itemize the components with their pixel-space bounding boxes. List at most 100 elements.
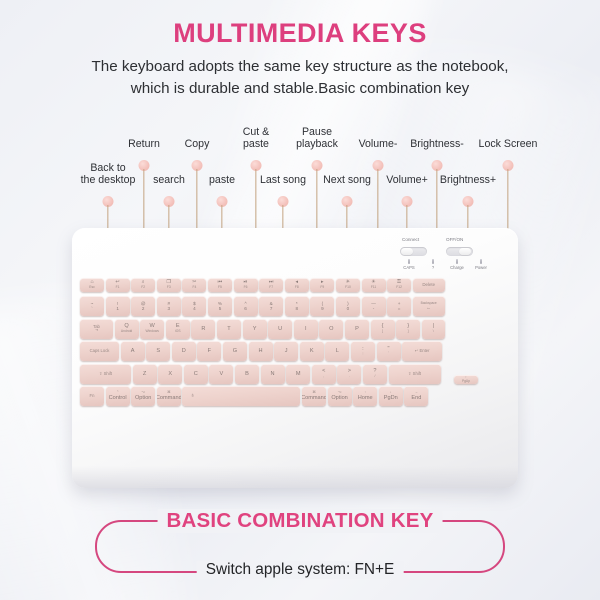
key-legend: C bbox=[193, 370, 198, 377]
keyboard-key[interactable]: H bbox=[248, 341, 273, 361]
keyboard-status-panel: Connect OFF/ON CAPS? Charge Power bbox=[400, 237, 504, 273]
key-sub-legend: / bbox=[374, 373, 376, 378]
keyboard-key[interactable]: ⇧ Shift bbox=[388, 363, 441, 384]
keyboard-key[interactable]: ♁ bbox=[182, 386, 301, 406]
keyboard-key[interactable]: J bbox=[274, 341, 299, 361]
keyboard-key[interactable]: ) 0 bbox=[335, 296, 360, 316]
keyboard-key[interactable]: ⌘ Command bbox=[301, 386, 326, 406]
keyboard-key[interactable]: }] bbox=[396, 318, 421, 339]
keyboard-key[interactable]: Delete bbox=[412, 278, 445, 292]
power-switch-knob bbox=[459, 248, 471, 255]
keyboard-key[interactable]: R bbox=[191, 318, 216, 339]
keyboard-key[interactable]: $4 bbox=[182, 296, 207, 316]
power-switch[interactable] bbox=[446, 247, 473, 256]
keyboard-key[interactable]: O bbox=[319, 318, 344, 339]
keyboard-key[interactable]: ⏯ F6 bbox=[233, 278, 258, 292]
keyboard-key[interactable]: X bbox=[158, 363, 183, 384]
keyboard-key[interactable]: ⌘ Command bbox=[156, 386, 181, 406]
keyboard-key[interactable]: F bbox=[197, 341, 222, 361]
key-sub-legend: ; bbox=[362, 351, 364, 356]
keyboard-key[interactable]: Backspace ← bbox=[412, 296, 445, 316]
keyboard-key[interactable]: ◂ F8 bbox=[284, 278, 309, 292]
keyboard-key[interactable]: G bbox=[222, 341, 247, 361]
keyboard-key[interactable]: ⌂ Esc bbox=[80, 278, 104, 292]
keyboard-key[interactable]: >. bbox=[337, 363, 362, 384]
keyboard-key[interactable]: B bbox=[234, 363, 259, 384]
keyboard-key[interactable]: K bbox=[299, 341, 324, 361]
keyboard-key[interactable]: (9 bbox=[310, 296, 335, 316]
keyboard-key[interactable]: W Windows bbox=[140, 318, 165, 339]
keyboard-key[interactable]: Y bbox=[242, 318, 267, 339]
key-fn-label: F4 bbox=[192, 285, 197, 290]
keyboard-key[interactable]: Z bbox=[132, 363, 157, 384]
keyboard-key[interactable]: L bbox=[325, 341, 350, 361]
keyboard-key[interactable]: ⏮ F5 bbox=[207, 278, 232, 292]
keyboard-key[interactable]: ▸ F9 bbox=[310, 278, 335, 292]
keyboard-key[interactable]: Tab ⇥ bbox=[80, 318, 113, 339]
keyboard-key[interactable]: :; bbox=[350, 341, 375, 361]
callout-label: Return bbox=[128, 138, 160, 150]
keyboard-key[interactable]: ↵ Enter bbox=[402, 341, 443, 361]
indicator-led-group: CAPS? Charge Power bbox=[402, 259, 502, 273]
keyboard-key[interactable]: N bbox=[260, 363, 285, 384]
keyboard-key[interactable]: & 7 bbox=[259, 296, 284, 316]
keyboard-key[interactable]: C bbox=[183, 363, 208, 384]
keyboard-key[interactable]: V bbox=[209, 363, 234, 384]
keyboard-key[interactable]: D bbox=[171, 341, 196, 361]
keyboard-key[interactable]: ↓ PgDn bbox=[378, 386, 403, 406]
keyboard-key[interactable]: S bbox=[146, 341, 171, 361]
keyboard-key[interactable]: U bbox=[268, 318, 293, 339]
keyboard-key[interactable]: M bbox=[286, 363, 311, 384]
key-sub-legend: ⌘ bbox=[312, 390, 316, 395]
keyboard-key[interactable]: I bbox=[293, 318, 318, 339]
keyboard-key[interactable]: * 8 bbox=[284, 296, 309, 316]
keyboard-key[interactable]: Fn bbox=[80, 386, 104, 406]
keyboard-key[interactable]: ☀ F11 bbox=[361, 278, 386, 292]
keyboard-key[interactable]: ☀ F10 bbox=[335, 278, 360, 292]
connect-switch[interactable] bbox=[400, 247, 427, 256]
key-legend: Y bbox=[252, 325, 257, 332]
keyboard-key[interactable]: → End bbox=[404, 386, 429, 406]
key-lower-legend: 8 bbox=[295, 306, 299, 311]
keyboard-key[interactable]: + = bbox=[387, 296, 412, 316]
keyboard-key[interactable]: EiOS bbox=[165, 318, 190, 339]
key-legend: P bbox=[355, 325, 359, 332]
key-legend: PgUp bbox=[462, 378, 470, 383]
keyboard-key[interactable]: T bbox=[216, 318, 241, 339]
keyboard-key[interactable]: {[ bbox=[370, 318, 395, 339]
keyboard-key[interactable]: ^ 6 bbox=[233, 296, 258, 316]
key-legend: A bbox=[130, 348, 135, 354]
keyboard-key[interactable]: — - bbox=[361, 296, 386, 316]
keyboard-key[interactable]: ⌃ Control bbox=[105, 386, 130, 406]
keyboard-key[interactable]: Q Android bbox=[114, 318, 139, 339]
keyboard-key[interactable]: @2 bbox=[131, 296, 156, 316]
keyboard-key[interactable]: ~ ` bbox=[80, 296, 104, 316]
keyboard-key[interactable]: ⌥ Option bbox=[131, 386, 156, 406]
callout-label: Brightness+ bbox=[439, 174, 497, 186]
keyboard-key[interactable]: #3 bbox=[156, 296, 181, 316]
keyboard-key[interactable]: <, bbox=[311, 363, 336, 384]
keyboard-key[interactable]: ❐ F3 bbox=[156, 278, 181, 292]
keyboard-key[interactable]: ✂ F4 bbox=[182, 278, 207, 292]
keyboard-key[interactable]: Caps Lock bbox=[80, 341, 119, 361]
keyboard-key[interactable]: % 5 bbox=[207, 296, 232, 316]
keyboard-key[interactable]: | \ bbox=[421, 318, 445, 339]
keyboard-key[interactable]: ↑ Home bbox=[353, 386, 378, 406]
keyboard-key[interactable]: ↑ PgUp bbox=[454, 375, 478, 384]
keyboard-key[interactable]: ⚿ F12 bbox=[387, 278, 412, 292]
key-legend: Z bbox=[142, 370, 147, 377]
keyboard-key[interactable]: ↩ F1 bbox=[105, 278, 130, 292]
key-sub-legend: iOS bbox=[175, 328, 181, 333]
key-lower-legend: ` bbox=[91, 306, 93, 311]
key-fn-label: F8 bbox=[294, 285, 299, 290]
keyboard-key[interactable]: ! 1 bbox=[105, 296, 130, 316]
keyboard-key[interactable]: P bbox=[344, 318, 369, 339]
keyboard-key[interactable]: ? / bbox=[362, 363, 387, 384]
keyboard-key[interactable]: ⇧ Shift bbox=[80, 363, 131, 384]
keyboard-key[interactable]: " ' bbox=[376, 341, 401, 361]
keyboard-key[interactable]: ⌥ Option bbox=[327, 386, 352, 406]
keyboard-key[interactable]: A bbox=[120, 341, 145, 361]
keyboard-key[interactable]: ⏭ F7 bbox=[259, 278, 284, 292]
keyboard-key[interactable]: ⌕ F2 bbox=[131, 278, 156, 292]
key-legend: Control bbox=[108, 395, 127, 402]
